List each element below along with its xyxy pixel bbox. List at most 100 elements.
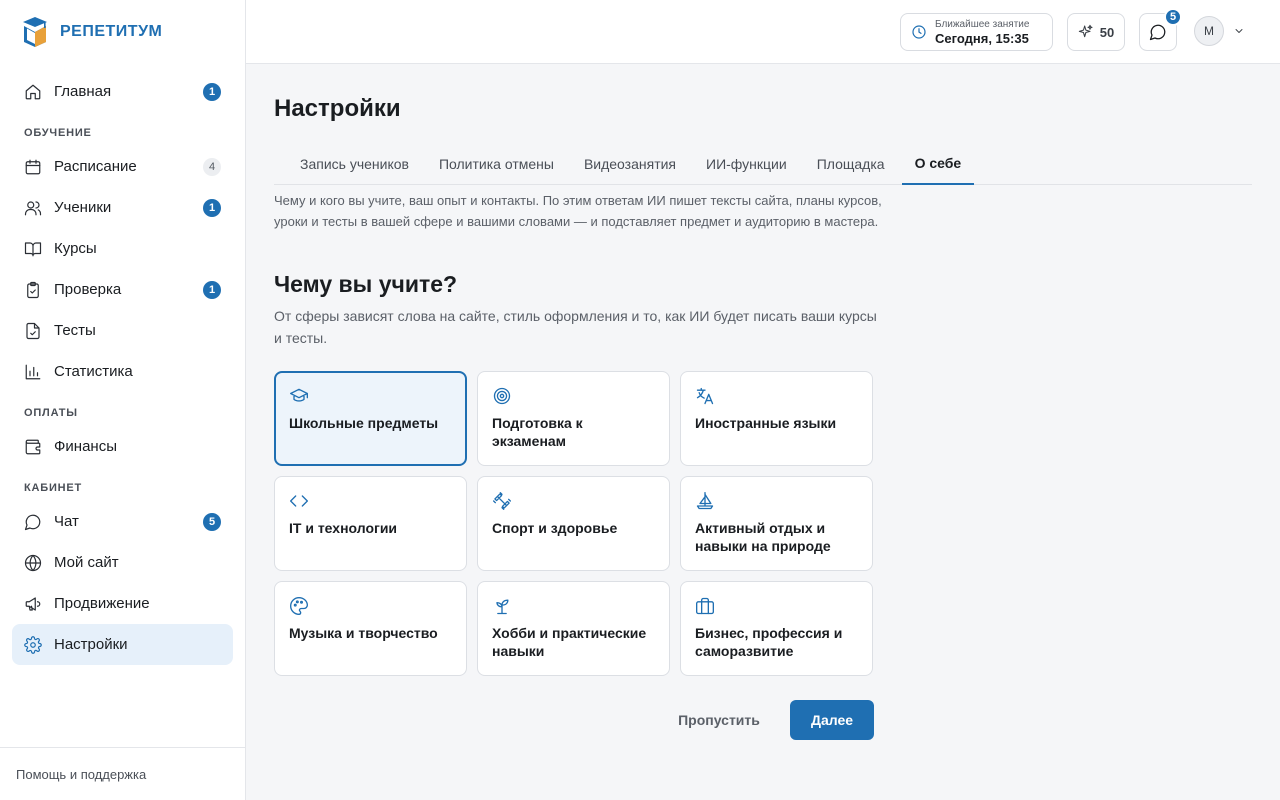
option-label: Хобби и практические навыки [492, 625, 647, 659]
sidebar-item-label: Чат [54, 513, 79, 530]
intro-text: Чему и кого вы учите, ваш опыт и контакт… [274, 193, 882, 229]
wallet-icon [24, 438, 42, 456]
messages-button[interactable]: 5 [1139, 8, 1182, 51]
option-music-creativity[interactable]: Музыка и творчество [274, 581, 467, 676]
option-exam-prep[interactable]: Подготовка к экзаменам [477, 371, 670, 466]
sidebar-item-finance[interactable]: Финансы [12, 426, 233, 467]
count-badge: 4 [203, 158, 221, 176]
sidebar-item-courses[interactable]: Курсы [12, 228, 233, 269]
option-label: Активный отдых и навыки на природе [695, 520, 831, 554]
option-label: Иностранные языки [695, 415, 837, 431]
next-lesson-button[interactable]: Ближайшее занятие Сегодня, 15:35 [900, 13, 1053, 51]
sidebar-item-review[interactable]: Проверка 1 [12, 269, 233, 310]
next-lesson-time: Сегодня, 15:35 [935, 30, 1029, 46]
calendar-icon [24, 158, 42, 176]
sidebar-item-label: Курсы [54, 240, 97, 257]
settings-tabs: Запись учеников Политика отмены Видеозан… [274, 142, 1252, 185]
logo[interactable]: РЕПЕТИТУМ [20, 16, 162, 48]
skip-button[interactable]: Пропустить [664, 700, 774, 740]
gear-icon [24, 635, 42, 654]
translate-icon [695, 386, 715, 406]
section-heading: КАБИНЕТ [24, 482, 83, 494]
option-label: Спорт и здоровье [492, 520, 618, 536]
book-icon [24, 240, 42, 258]
tab-about-me[interactable]: О себе [901, 142, 975, 185]
messages-badge: 5 [1164, 8, 1182, 26]
option-business-career[interactable]: Бизнес, профессия и саморазвитие [680, 581, 873, 676]
logo-text: РЕПЕТИТУМ [60, 23, 163, 40]
count-badge: 1 [203, 83, 221, 101]
option-label: Музыка и творчество [289, 625, 438, 641]
globe-icon [24, 554, 42, 572]
file-check-icon [24, 322, 42, 340]
sidebar-item-schedule[interactable]: Расписание 4 [12, 146, 233, 187]
option-label: IT и технологии [289, 520, 398, 536]
sidebar-item-label: Ученики [54, 199, 112, 216]
message-icon [1149, 24, 1166, 41]
next-button[interactable]: Далее [790, 700, 874, 740]
tab-student-enrollment[interactable]: Запись учеников [287, 142, 422, 185]
sidebar-item-label: Расписание [54, 158, 137, 175]
sidebar-item-my-site[interactable]: Мой сайт [12, 542, 233, 583]
sidebar-item-label: Главная [54, 83, 112, 100]
sidebar-item-home[interactable]: Главная 1 [12, 71, 233, 112]
subject-options: Школьные предметы Подготовка к экзаменам… [274, 371, 874, 676]
tab-video-lessons[interactable]: Видеозанятия [571, 142, 689, 185]
sidebar-item-label: Настройки [54, 636, 128, 653]
page-title: Настройки [274, 95, 401, 122]
tab-cancellation-policy[interactable]: Политика отмены [426, 142, 567, 185]
count-badge: 1 [203, 281, 221, 299]
user-menu[interactable]: М [1194, 16, 1245, 46]
avatar: М [1194, 16, 1224, 46]
sidebar-item-label: Проверка [54, 281, 122, 298]
sidebar: РЕПЕТИТУМ Главная 1 ОБУЧЕНИЕ Расписание … [0, 0, 246, 800]
option-label: Бизнес, профессия и саморазвитие [695, 625, 843, 659]
top-bar: Ближайшее занятие Сегодня, 15:35 50 5 М [246, 0, 1280, 64]
sidebar-nav: Главная 1 ОБУЧЕНИЕ Расписание 4 Ученики … [12, 71, 233, 665]
target-icon [492, 386, 512, 406]
sidebar-item-tests[interactable]: Тесты [12, 310, 233, 351]
ai-credits-button[interactable]: 50 [1067, 13, 1125, 51]
code-icon [289, 491, 309, 511]
briefcase-icon [695, 596, 715, 616]
megaphone-icon [24, 595, 42, 613]
option-foreign-languages[interactable]: Иностранные языки [680, 371, 873, 466]
clipboard-check-icon [24, 281, 42, 299]
clock-icon [912, 25, 926, 39]
sidebar-item-students[interactable]: Ученики 1 [12, 187, 233, 228]
dumbbell-icon [492, 491, 512, 511]
option-sport-health[interactable]: Спорт и здоровье [477, 476, 670, 571]
sidebar-item-label: Статистика [54, 363, 133, 380]
sidebar-item-label: Финансы [54, 438, 117, 455]
palette-icon [289, 596, 309, 616]
sidebar-item-label: Тесты [54, 322, 96, 339]
section-heading: ОБУЧЕНИЕ [24, 127, 92, 139]
credits-count: 50 [1099, 24, 1115, 40]
next-lesson-label: Ближайшее занятие [935, 18, 1030, 30]
users-icon [24, 199, 42, 217]
logo-icon [23, 17, 47, 47]
sidebar-item-promotion[interactable]: Продвижение [12, 583, 233, 624]
sparkles-icon [1078, 24, 1093, 38]
sprout-icon [492, 596, 512, 616]
option-it-technology[interactable]: IT и технологии [274, 476, 467, 571]
sidebar-item-settings[interactable]: Настройки [12, 624, 233, 665]
option-label: Школьные предметы [289, 415, 439, 431]
option-outdoor-activities[interactable]: Активный отдых и навыки на природе [680, 476, 873, 571]
sidebar-item-label: Мой сайт [54, 554, 119, 571]
tab-ai-features[interactable]: ИИ-функции [693, 142, 800, 185]
question-title: Чему вы учите? [274, 271, 458, 297]
tab-platform[interactable]: Площадка [804, 142, 898, 185]
sidebar-item-chat[interactable]: Чат 5 [12, 501, 233, 542]
home-icon [24, 83, 42, 101]
sailboat-icon [695, 491, 715, 511]
form-actions: Пропустить Далее [664, 700, 874, 740]
section-heading: ОПЛАТЫ [24, 407, 78, 419]
sidebar-item-statistics[interactable]: Статистика [12, 351, 233, 392]
message-icon [24, 513, 42, 531]
question-subtitle: От сферы зависят слова на сайте, стиль о… [274, 308, 877, 346]
help-support-link[interactable]: Помощь и поддержка [0, 747, 245, 800]
option-school-subjects[interactable]: Школьные предметы [274, 371, 467, 466]
chevron-down-icon [1235, 29, 1243, 33]
option-hobby-skills[interactable]: Хобби и практические навыки [477, 581, 670, 676]
